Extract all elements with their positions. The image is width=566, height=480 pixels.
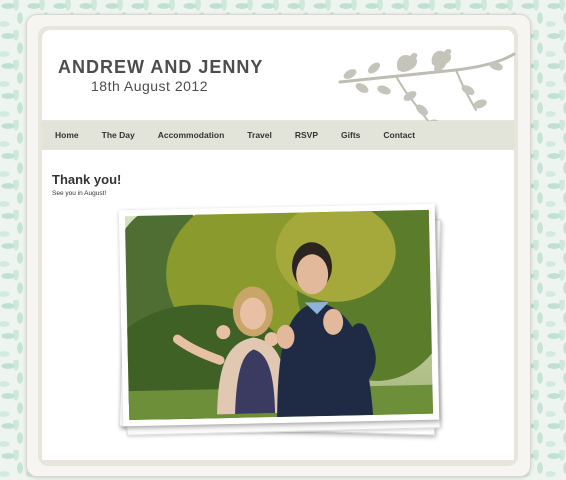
site-title: ANDREW AND JENNY xyxy=(58,57,264,77)
page-subtext: See you in August! xyxy=(52,190,107,197)
wedding-date: 18th August 2012 xyxy=(91,78,208,94)
main-nav: Home The Day Accommodation Travel RSVP G… xyxy=(42,121,514,149)
couple-photo xyxy=(118,203,440,427)
nav-home[interactable]: Home xyxy=(55,130,79,140)
nav-contact[interactable]: Contact xyxy=(383,130,415,140)
nav-rsvp[interactable]: RSVP xyxy=(295,130,318,140)
nav-accommodation[interactable]: Accommodation xyxy=(158,130,225,140)
nav-gifts[interactable]: Gifts xyxy=(341,130,360,140)
nav-the-day[interactable]: The Day xyxy=(102,130,135,140)
page-heading: Thank you! xyxy=(52,172,122,187)
couple-photo-image xyxy=(124,209,434,421)
nav-travel[interactable]: Travel xyxy=(247,130,272,140)
